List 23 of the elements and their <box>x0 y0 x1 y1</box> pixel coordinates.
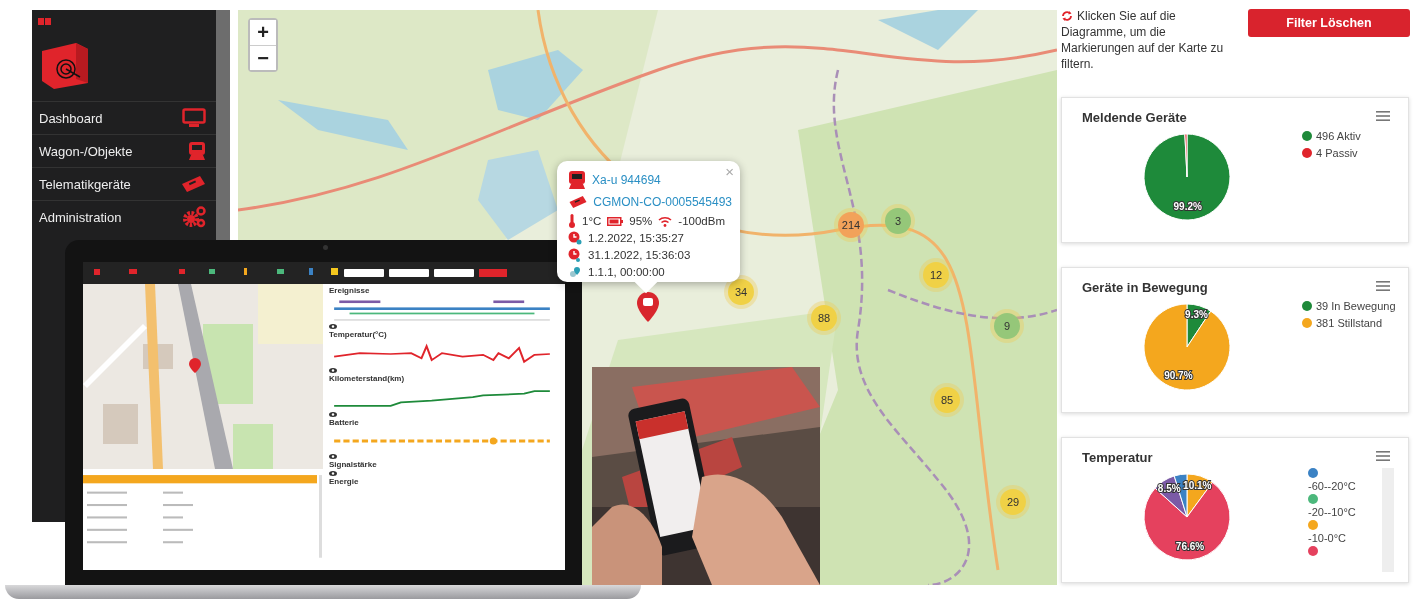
chart-title: Temperatur <box>1082 450 1153 465</box>
slice-label: 90.7% <box>1164 369 1193 381</box>
menu-item[interactable]: Wagon-/Objekte <box>32 134 216 167</box>
hint-text: Klicken Sie auf die Diagramme, um die Markierungen auf der Karte zu filtern. <box>1061 8 1225 72</box>
menu-label: Administration <box>39 209 122 225</box>
slice-label: 76.6% <box>1175 540 1205 552</box>
menu-item[interactable]: Telematikgeräte <box>32 167 216 200</box>
legend-label[interactable]: -10-0°C <box>1308 532 1347 544</box>
filter-button[interactable]: Filter Löschen <box>1248 9 1410 37</box>
legend-label[interactable]: 39 In Bewegung <box>1316 300 1396 312</box>
legend-label[interactable]: 381 Stillstand <box>1316 317 1383 329</box>
chart-title: Geräte in Bewegung <box>1082 280 1208 295</box>
legend-label[interactable]: -60--20°C <box>1308 480 1356 492</box>
menu-item[interactable]: Dashboard <box>32 101 216 134</box>
legend-label[interactable]: -20--10°C <box>1308 506 1356 518</box>
menu-label: Wagon-/Objekte <box>39 143 133 159</box>
menu-item[interactable]: Administration <box>32 200 216 233</box>
slice-label: 99.2% <box>1173 201 1202 212</box>
legend-label[interactable]: 4 Passiv <box>1316 147 1358 159</box>
menu-label: Dashboard <box>39 110 103 126</box>
legend-label[interactable]: 496 Aktiv <box>1316 130 1361 142</box>
menu-label: Telematikgeräte <box>39 176 131 192</box>
chart-title: Meldende Geräte <box>1082 110 1187 125</box>
